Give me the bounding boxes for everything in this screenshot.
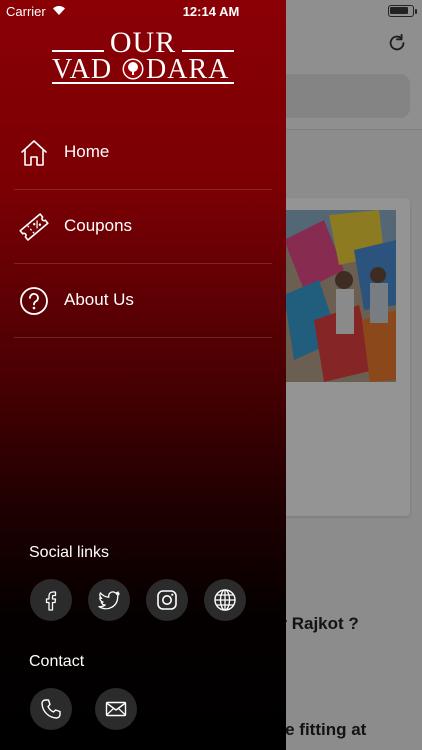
home-icon: [21, 140, 47, 166]
email-button[interactable]: [95, 688, 137, 730]
menu-label-home: Home: [64, 142, 110, 161]
app-logo: OUR VAD DARA: [52, 28, 234, 86]
twitter-button[interactable]: [88, 579, 130, 621]
battery-icon: [388, 5, 414, 17]
twitter-icon: [98, 591, 120, 610]
logo-tree-seal-icon: [122, 58, 144, 80]
help-icon: [20, 287, 48, 315]
status-time: 12:14 AM: [182, 4, 240, 19]
battery-tip: [415, 9, 417, 14]
menu-label-about-us: About Us: [64, 290, 134, 309]
facebook-icon: [45, 591, 57, 611]
menu-item-home[interactable]: Home: [14, 116, 272, 190]
instagram-button[interactable]: [146, 579, 188, 621]
mail-icon: [105, 701, 127, 717]
instagram-icon: [157, 590, 177, 610]
contact-title: Contact: [29, 653, 85, 670]
globe-icon: [214, 589, 236, 611]
menu-item-about-us[interactable]: About Us: [14, 264, 272, 338]
navigation-drawer: OUR VAD DARA Home Coupons About Us Socia…: [0, 0, 286, 750]
status-bar: Carrier 12:14 AM: [0, 0, 422, 22]
menu-item-coupons[interactable]: Coupons: [14, 190, 272, 264]
coupon-icon: [19, 213, 49, 241]
social-links-title: Social links: [29, 544, 110, 561]
call-button[interactable]: [30, 688, 72, 730]
phone-icon: [41, 699, 61, 719]
menu-label-coupons: Coupons: [64, 216, 133, 235]
logo-underline: [52, 82, 234, 84]
facebook-button[interactable]: [30, 579, 72, 621]
website-button[interactable]: [204, 579, 246, 621]
